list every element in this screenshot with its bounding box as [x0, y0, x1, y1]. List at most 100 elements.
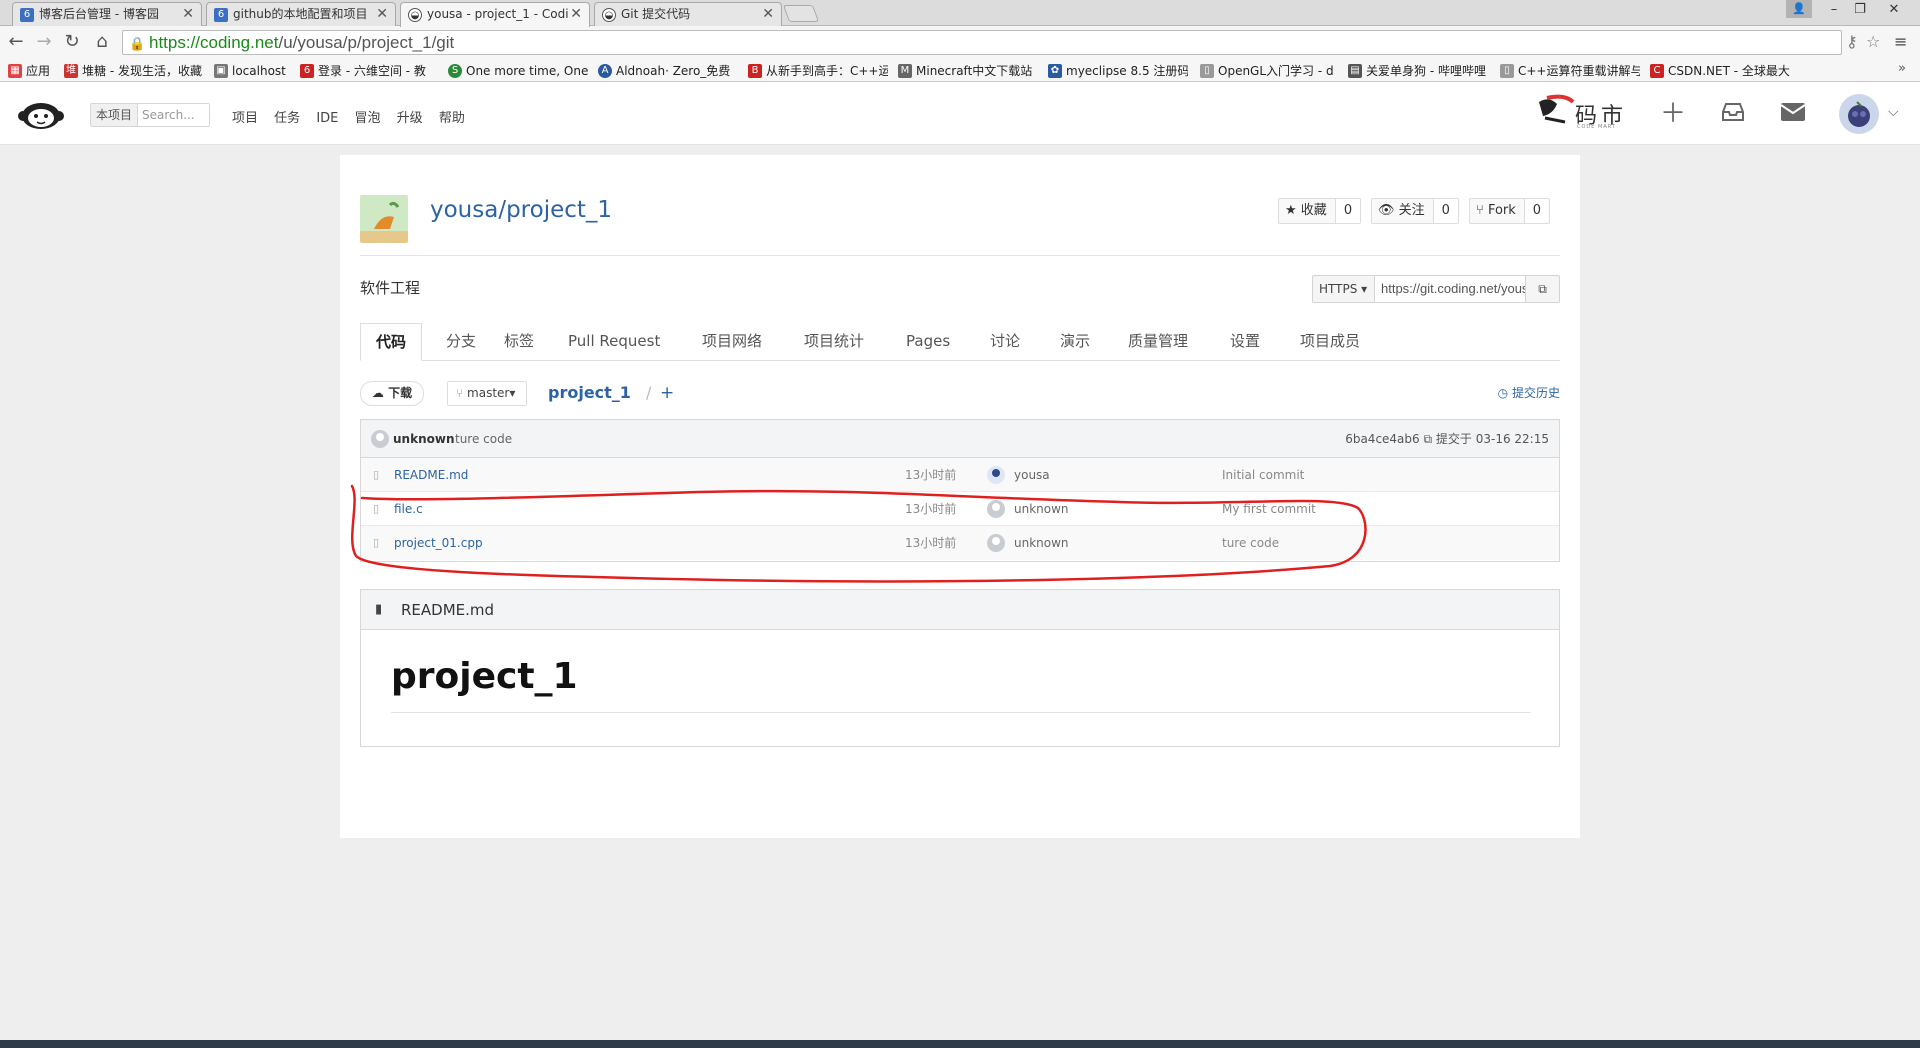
copy-icon[interactable]: ⧉: [1424, 432, 1433, 446]
close-icon[interactable]: ✕: [182, 3, 194, 25]
tab-pages[interactable]: Pages: [906, 323, 950, 361]
close-icon[interactable]: ✕: [376, 3, 388, 25]
bookmark-item[interactable]: ▣ localhost: [214, 62, 292, 80]
mail-icon[interactable]: [1778, 99, 1808, 129]
bookmark-item[interactable]: 堆堆糖 - 发现生活，收藏: [64, 62, 202, 80]
project-title[interactable]: yousa/project_1: [430, 197, 612, 223]
caret-down-icon: ▾: [1361, 282, 1368, 296]
copy-icon[interactable]: ⧉: [1525, 276, 1559, 302]
bookmarks-overflow-icon[interactable]: »: [1898, 61, 1906, 76]
tab-branches[interactable]: 分支: [446, 323, 476, 361]
back-icon[interactable]: ←: [4, 30, 28, 54]
key-icon[interactable]: ⚷: [1846, 30, 1858, 54]
tab-settings[interactable]: 设置: [1230, 323, 1260, 361]
tab-network[interactable]: 项目网络: [702, 323, 762, 361]
browser-tab-1[interactable]: 6 博客后台管理 - 博客园 ✕: [12, 2, 202, 26]
tab-stats[interactable]: 项目统计: [804, 323, 864, 361]
forward-icon[interactable]: →: [32, 30, 56, 54]
nav-item-help[interactable]: 帮助: [439, 111, 465, 126]
tab-demo[interactable]: 演示: [1060, 323, 1090, 361]
window-close-icon[interactable]: ✕: [1874, 0, 1914, 20]
bookmark-star-icon[interactable]: ☆: [1866, 30, 1880, 54]
table-row[interactable]: ▯ README.md 13小时前 yousa Initial commit: [361, 458, 1559, 492]
table-row[interactable]: ▯ project_01.cpp 13小时前 unknown ture code: [361, 526, 1559, 560]
code-mart-logo[interactable]: 码市 CODE MART: [1535, 92, 1631, 132]
search-input[interactable]: 本项目 Search...: [90, 103, 210, 127]
star-button[interactable]: ★ 收藏 0: [1278, 198, 1362, 224]
profile-icon[interactable]: 👤: [1786, 0, 1812, 18]
commit-hash[interactable]: 6ba4ce4ab6: [1345, 432, 1419, 446]
bookmark-item[interactable]: ✿ myeclipse 8.5 注册码: [1048, 62, 1188, 80]
minimize-icon[interactable]: –: [1820, 0, 1848, 20]
tab-discussion[interactable]: 讨论: [990, 323, 1020, 361]
bookmark-label: One more time, One: [466, 64, 588, 78]
coding-monkey-logo-icon[interactable]: [18, 97, 64, 131]
file-name[interactable]: project_01.cpp: [394, 526, 483, 560]
bookmark-item[interactable]: ▯ C++运算符重载讲解与: [1500, 62, 1640, 80]
commit-author[interactable]: unknown: [393, 420, 454, 458]
menu-icon[interactable]: ≡: [1894, 30, 1907, 54]
file-commit-message[interactable]: ture code: [1222, 526, 1279, 560]
tab-members[interactable]: 项目成员: [1300, 323, 1360, 361]
watch-button[interactable]: 👁 关注 0: [1371, 198, 1459, 224]
file-name[interactable]: file.c: [394, 492, 423, 526]
tab-code[interactable]: 代码: [360, 323, 423, 361]
file-author[interactable]: unknown: [1014, 492, 1069, 526]
search-scope-label[interactable]: 本项目: [91, 104, 139, 126]
user-avatar[interactable]: [1839, 94, 1879, 134]
file-author[interactable]: yousa: [1014, 458, 1050, 492]
plus-icon[interactable]: ＋: [1658, 99, 1688, 129]
address-bar[interactable]: 🔒 https://coding.net/u/yousa/p/project_1…: [122, 30, 1842, 55]
chevron-down-icon[interactable]: ⌵: [1888, 104, 1899, 120]
file-name[interactable]: README.md: [394, 458, 468, 492]
file-commit-message[interactable]: Initial commit: [1222, 458, 1304, 492]
reload-icon[interactable]: ↻: [60, 30, 84, 54]
avatar: [987, 500, 1005, 518]
bookmark-item[interactable]: A Aldnoah· Zero_免费: [598, 62, 738, 80]
fork-button[interactable]: ⑂ Fork 0: [1469, 198, 1551, 224]
tab-pull-request[interactable]: Pull Request: [568, 323, 660, 361]
bookmark-item[interactable]: B 从新手到高手：C++运: [748, 62, 888, 80]
breadcrumb-root[interactable]: project_1: [548, 381, 631, 405]
bookmark-item[interactable]: ▯ OpenGL入门学习 - d: [1200, 62, 1336, 80]
clone-protocol-select[interactable]: HTTPS ▾: [1313, 276, 1375, 302]
browser-tab-2[interactable]: 6 github的本地配置和项目 ✕: [206, 2, 396, 26]
star-label: 收藏: [1300, 203, 1327, 218]
branch-select[interactable]: ⑂ master▾: [447, 381, 527, 406]
home-icon[interactable]: ⌂: [90, 30, 114, 54]
commit-message[interactable]: ture code: [455, 420, 512, 458]
bookmark-item[interactable]: ▤ 关爱单身狗 - 哔哩哔哩: [1348, 62, 1488, 80]
nav-item-tasks[interactable]: 任务: [274, 111, 300, 126]
bookmark-item[interactable]: M Minecraft中文下载站: [898, 62, 1038, 80]
bookmark-item[interactable]: C CSDN.NET - 全球最大: [1650, 62, 1790, 80]
bookmark-label: myeclipse 8.5 注册码: [1066, 64, 1188, 78]
file-author[interactable]: unknown: [1014, 526, 1069, 560]
nav-item-ide[interactable]: IDE: [316, 111, 338, 126]
new-tab-button[interactable]: [782, 5, 820, 22]
close-icon[interactable]: ✕: [570, 3, 582, 25]
bookmark-item[interactable]: 6 登录 - 六维空间 - 教: [300, 62, 440, 80]
commit-history-link[interactable]: ◷ 提交历史: [1498, 381, 1560, 405]
book-icon: ▮: [375, 602, 383, 617]
site-header: 本项目 Search... 项目 任务 IDE 冒泡 升级 帮助 码市 CODE …: [0, 82, 1920, 145]
bookmark-item[interactable]: S One more time, One: [448, 62, 588, 80]
bookmark-apps[interactable]: ▦ 应用: [8, 62, 58, 80]
clock-icon: ◷: [1497, 386, 1509, 400]
inbox-icon[interactable]: [1718, 99, 1748, 129]
browser-tab-4[interactable]: ◒ Git 提交代码 ✕: [594, 2, 782, 26]
add-file-button[interactable]: +: [660, 381, 674, 405]
file-commit-message[interactable]: My first commit: [1222, 492, 1316, 526]
browser-tab-3[interactable]: ◒ yousa - project_1 - Codi ✕: [400, 2, 590, 27]
download-button[interactable]: ☁ 下载: [360, 381, 424, 406]
page-icon: ▯: [1500, 64, 1514, 78]
bookmark-favicon-icon: ▣: [214, 64, 228, 78]
nav-item-upgrade[interactable]: 升级: [397, 111, 423, 126]
tab-tags[interactable]: 标签: [504, 323, 534, 361]
nav-item-bubble[interactable]: 冒泡: [355, 111, 381, 126]
nav-item-projects[interactable]: 项目: [232, 111, 258, 126]
table-row[interactable]: ▯ file.c 13小时前 unknown My first commit: [361, 492, 1559, 526]
clone-url-input[interactable]: https://git.coding.net/yousa/project_1.g…: [1375, 276, 1525, 302]
close-icon[interactable]: ✕: [762, 3, 774, 25]
restore-icon[interactable]: ❐: [1846, 0, 1874, 20]
tab-quality[interactable]: 质量管理: [1128, 323, 1188, 361]
